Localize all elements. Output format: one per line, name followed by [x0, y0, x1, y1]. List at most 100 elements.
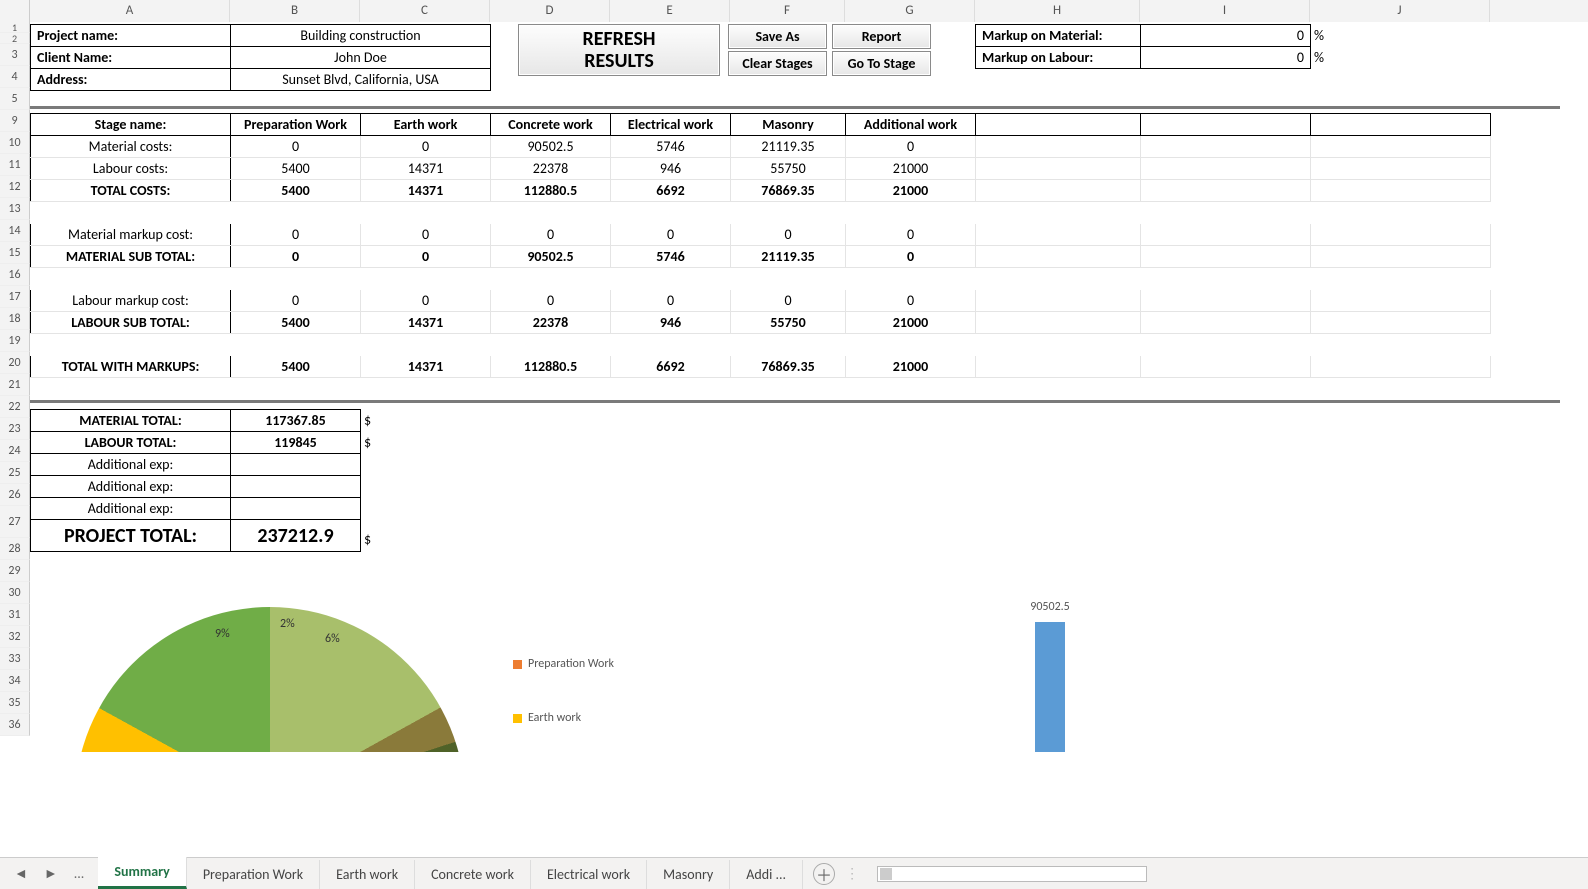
cell-value[interactable]: 21000	[846, 180, 976, 202]
cell-value[interactable]: 0	[361, 290, 491, 312]
empty-cell[interactable]	[1311, 268, 1491, 290]
row-header[interactable]: 17	[0, 286, 30, 308]
row-header[interactable]: 2	[0, 33, 30, 44]
empty-cell[interactable]	[976, 158, 1141, 180]
cell-value[interactable]	[231, 334, 361, 356]
cell-value[interactable]	[731, 202, 846, 224]
row-header[interactable]: 32	[0, 626, 30, 648]
row-header[interactable]: 25	[0, 462, 30, 484]
tab-nav-ellipsis[interactable]: ...	[66, 861, 93, 886]
sheet-tab[interactable]: Masonry	[647, 860, 730, 889]
cell-value[interactable]: 0	[231, 246, 361, 268]
empty-cell[interactable]	[1141, 334, 1311, 356]
row-header[interactable]: 36	[0, 714, 30, 736]
row-header[interactable]: 10	[0, 132, 30, 154]
col-header[interactable]: G	[845, 0, 975, 22]
row-label[interactable]: Labour markup cost:	[31, 290, 231, 312]
cell-value[interactable]: 0	[491, 224, 611, 246]
horizontal-scrollbar[interactable]: ◄	[877, 866, 1147, 882]
row-header[interactable]: 27	[0, 506, 30, 538]
empty-cell[interactable]	[1311, 224, 1491, 246]
cell-value[interactable]: 946	[611, 312, 731, 334]
sheet-tab[interactable]: Addi ...	[730, 860, 803, 889]
row-header[interactable]: 20	[0, 352, 30, 374]
cell-value[interactable]: 14371	[361, 356, 491, 378]
cell-value[interactable]	[361, 268, 491, 290]
cell-value[interactable]: 6692	[611, 356, 731, 378]
row-header[interactable]: 22	[0, 396, 30, 418]
total-row-value[interactable]: 119845	[231, 432, 361, 454]
cell-value[interactable]: 14371	[361, 158, 491, 180]
cell-value[interactable]: 21119.35	[731, 246, 846, 268]
row-header[interactable]: 3	[0, 44, 30, 66]
empty-cell[interactable]	[976, 180, 1141, 202]
cell-value[interactable]: 0	[361, 246, 491, 268]
empty-cell[interactable]	[1311, 290, 1491, 312]
cell-value[interactable]: 0	[231, 136, 361, 158]
cell-value[interactable]	[611, 334, 731, 356]
empty-cell[interactable]	[976, 268, 1141, 290]
empty-cell[interactable]	[1141, 268, 1311, 290]
empty-cell[interactable]	[1311, 334, 1491, 356]
cell-value[interactable]	[361, 334, 491, 356]
cell-value[interactable]: 0	[846, 136, 976, 158]
row-header[interactable]: 9	[0, 110, 30, 132]
cell-value[interactable]	[361, 202, 491, 224]
row-label[interactable]: MATERIAL SUB TOTAL:	[31, 246, 231, 268]
total-row-value[interactable]	[231, 476, 361, 498]
stage-name[interactable]: Preparation Work	[231, 114, 361, 136]
row-header[interactable]: 31	[0, 604, 30, 626]
cell-value[interactable]: 0	[846, 224, 976, 246]
cell-value[interactable]	[731, 268, 846, 290]
row-header[interactable]: 30	[0, 582, 30, 604]
row-header[interactable]: 16	[0, 264, 30, 286]
stage-name[interactable]	[1311, 114, 1491, 136]
row-header[interactable]: 14	[0, 220, 30, 242]
empty-cell[interactable]	[976, 290, 1141, 312]
cell-value[interactable]: 0	[731, 290, 846, 312]
col-header[interactable]: A	[30, 0, 230, 22]
stage-name[interactable]	[1141, 114, 1311, 136]
cell-value[interactable]: 90502.5	[491, 246, 611, 268]
cell-value[interactable]	[231, 202, 361, 224]
empty-cell[interactable]	[1311, 136, 1491, 158]
cell-value[interactable]: 0	[731, 224, 846, 246]
refresh-results-button[interactable]: REFRESHRESULTS	[518, 24, 720, 76]
cell-value[interactable]	[731, 334, 846, 356]
cell-value[interactable]: 6692	[611, 180, 731, 202]
tab-nav-next-icon[interactable]: ►	[36, 861, 66, 886]
sheet-tab[interactable]: Summary	[98, 857, 187, 889]
row-header[interactable]: 35	[0, 692, 30, 714]
cell-value[interactable]: 5400	[231, 356, 361, 378]
row-header[interactable]: 24	[0, 440, 30, 462]
empty-cell[interactable]	[976, 312, 1141, 334]
cell-value[interactable]: 0	[231, 290, 361, 312]
empty-cell[interactable]	[976, 224, 1141, 246]
cell-value[interactable]: 0	[361, 136, 491, 158]
row-header[interactable]: 12	[0, 176, 30, 198]
empty-cell[interactable]	[976, 246, 1141, 268]
row-header[interactable]: 34	[0, 670, 30, 692]
empty-cell[interactable]	[1141, 312, 1311, 334]
add-sheet-button[interactable]: ＋	[813, 863, 835, 885]
row-label[interactable]	[31, 268, 231, 290]
stage-name[interactable]: Masonry	[731, 114, 846, 136]
col-header[interactable]: D	[490, 0, 610, 22]
cell-value[interactable]: 112880.5	[491, 180, 611, 202]
empty-cell[interactable]	[1141, 224, 1311, 246]
report-button[interactable]: Report	[832, 24, 931, 49]
empty-cell[interactable]	[1141, 202, 1311, 224]
client-name-value[interactable]: John Doe	[231, 47, 491, 69]
cell-value[interactable]: 21000	[846, 312, 976, 334]
cell-value[interactable]: 0	[231, 224, 361, 246]
empty-cell[interactable]	[1311, 312, 1491, 334]
project-name-value[interactable]: Building construction	[231, 25, 491, 47]
row-header[interactable]: 11	[0, 154, 30, 176]
cell-value[interactable]: 22378	[491, 312, 611, 334]
row-header[interactable]: 33	[0, 648, 30, 670]
total-row-value[interactable]	[231, 454, 361, 476]
markup-material-value[interactable]: 0	[1141, 25, 1311, 47]
row-header[interactable]: 13	[0, 198, 30, 220]
row-label[interactable]	[31, 202, 231, 224]
stage-name[interactable]: Earth work	[361, 114, 491, 136]
